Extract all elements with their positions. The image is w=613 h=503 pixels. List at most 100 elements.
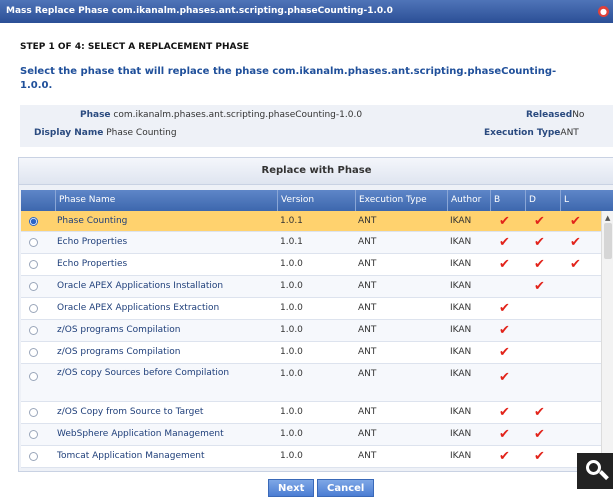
column-header-execution-type[interactable]: Execution Type xyxy=(355,190,447,211)
phase-table: Phase Name Version Execution Type Author… xyxy=(21,190,613,471)
check-icon: ✔ xyxy=(499,301,510,316)
check-icon: ✔ xyxy=(534,427,545,442)
version-cell: 1.0.0 xyxy=(280,325,303,335)
row-radio-button[interactable] xyxy=(29,348,38,357)
magnifier-handle xyxy=(599,470,609,481)
column-header-author[interactable]: Author xyxy=(447,190,490,211)
author-cell: IKAN xyxy=(450,429,472,439)
released-value: No xyxy=(572,110,585,120)
cancel-button[interactable]: Cancel xyxy=(317,479,375,497)
column-header-b[interactable]: B xyxy=(490,190,525,211)
author-cell: IKAN xyxy=(450,347,472,357)
check-icon: ✔ xyxy=(499,345,510,360)
phase-info-row: Phase com.ikanalm.phases.ant.scripting.p… xyxy=(80,110,362,120)
step-heading: STEP 1 OF 4: SELECT A REPLACEMENT PHASE xyxy=(20,42,250,52)
released-row: ReleasedNo xyxy=(526,110,584,120)
step-description: Select the phase that will replace the p… xyxy=(20,66,557,91)
check-icon: ✔ xyxy=(499,405,510,420)
author-cell: IKAN xyxy=(450,303,472,313)
execution-type-cell: ANT xyxy=(358,237,377,247)
display-name-value: Phase Counting xyxy=(106,128,177,138)
check-icon: ✔ xyxy=(534,405,545,420)
version-cell: 1.0.0 xyxy=(280,369,303,379)
row-radio-button[interactable] xyxy=(29,282,38,291)
scroll-up-icon[interactable]: ▲ xyxy=(605,214,610,222)
row-radio-button[interactable] xyxy=(29,372,38,381)
row-radio-button[interactable] xyxy=(29,217,38,226)
column-header-phase-name[interactable]: Phase Name xyxy=(55,190,277,211)
version-cell: 1.0.0 xyxy=(280,259,303,269)
check-icon: ✔ xyxy=(499,449,510,464)
phase-name-cell: Phase Counting xyxy=(57,216,128,226)
table-row[interactable]: Tomcat Application Management 1.0.0 ANT IKA… xyxy=(21,446,601,468)
row-radio-button[interactable] xyxy=(29,326,38,335)
check-icon: ✔ xyxy=(499,370,510,385)
column-header-d[interactable]: D xyxy=(525,190,560,211)
version-cell: 1.0.0 xyxy=(280,429,303,439)
table-scrollbar[interactable]: ▲ xyxy=(601,211,613,471)
execution-type-cell: ANT xyxy=(358,325,377,335)
phase-name-cell: Oracle APEX Applications Installation xyxy=(57,281,224,291)
column-header-l[interactable]: L xyxy=(560,190,601,211)
row-radio-button[interactable] xyxy=(29,260,38,269)
column-header-version[interactable]: Version xyxy=(277,190,355,211)
row-radio-button[interactable] xyxy=(29,408,38,417)
author-cell: IKAN xyxy=(450,237,472,247)
check-icon: ✔ xyxy=(499,214,510,229)
magnifier-icon[interactable] xyxy=(577,453,613,489)
check-icon: ✔ xyxy=(499,323,510,338)
execution-type-value: ANT xyxy=(560,128,579,138)
execution-type-cell: ANT xyxy=(358,303,377,313)
check-icon: ✔ xyxy=(534,449,545,464)
display-name-row: Display Name Phase Counting xyxy=(34,128,177,138)
phase-name-cell: z/OS copy Sources before Compilation xyxy=(57,368,230,378)
phase-info-panel: Phase com.ikanalm.phases.ant.scripting.p… xyxy=(20,105,613,147)
table-row[interactable]: Phase Counting 1.0.1 ANT IKAN ✔ ✔ ✔ xyxy=(21,211,601,232)
check-icon: ✔ xyxy=(499,427,510,442)
next-button[interactable]: Next xyxy=(268,479,315,497)
execution-type-label: Execution Type xyxy=(484,128,561,138)
execution-type-cell: ANT xyxy=(358,451,377,461)
version-cell: 1.0.0 xyxy=(280,281,303,291)
select-column-header xyxy=(21,190,55,211)
execution-type-cell: ANT xyxy=(358,407,377,417)
version-cell: 1.0.1 xyxy=(280,216,303,226)
check-icon: ✔ xyxy=(570,214,581,229)
dialog-title: Mass Replace Phase com.ikanalm.phases.an… xyxy=(6,6,393,16)
scrollbar-thumb[interactable] xyxy=(604,223,612,259)
phase-value: com.ikanalm.phases.ant.scripting.phaseCo… xyxy=(113,110,363,120)
version-cell: 1.0.0 xyxy=(280,347,303,357)
released-label: Released xyxy=(526,110,573,120)
execution-type-cell: ANT xyxy=(358,216,377,226)
phase-name-cell: Tomcat Application Management xyxy=(57,451,205,461)
row-radio-button[interactable] xyxy=(29,452,38,461)
display-name-label: Display Name xyxy=(34,128,104,138)
phase-name-cell: z/OS programs Compilation xyxy=(57,325,181,335)
table-header: Phase Name Version Execution Type Author… xyxy=(21,190,613,211)
check-icon: ✔ xyxy=(570,235,581,250)
close-icon[interactable]: ● xyxy=(598,6,609,17)
version-cell: 1.0.1 xyxy=(280,237,303,247)
table-row[interactable]: z/OS Copy from Source to Target 1.0.0 ANT I… xyxy=(21,402,601,424)
execution-type-cell: ANT xyxy=(358,259,377,269)
table-row[interactable]: Echo Properties 1.0.0 ANT IKAN ✔ ✔ ✔ xyxy=(21,254,601,276)
row-radio-button[interactable] xyxy=(29,430,38,439)
check-icon: ✔ xyxy=(570,257,581,272)
execution-type-cell: ANT xyxy=(358,347,377,357)
version-cell: 1.0.0 xyxy=(280,451,303,461)
table-row[interactable]: z/OS programs Compilation 1.0.0 ANT IKAN ✔ xyxy=(21,320,601,342)
check-icon: ✔ xyxy=(534,235,545,250)
author-cell: IKAN xyxy=(450,369,472,379)
author-cell: IKAN xyxy=(450,259,472,269)
table-row[interactable]: Oracle APEX Applications Extraction 1.0.0… xyxy=(21,298,601,320)
row-radio-button[interactable] xyxy=(29,304,38,313)
table-row[interactable]: z/OS copy Sources before Compilation 1.0.… xyxy=(21,364,601,402)
phase-name-cell: WebSphere Application Management xyxy=(57,429,224,439)
dialog-title-bar: Mass Replace Phase com.ikanalm.phases.an… xyxy=(0,0,613,23)
execution-type-cell: ANT xyxy=(358,281,377,291)
row-radio-button[interactable] xyxy=(29,238,38,247)
table-row[interactable]: z/OS programs Compilation 1.0.0 ANT IKAN ✔ xyxy=(21,342,601,364)
table-row[interactable]: WebSphere Application Management 1.0.0 ANT… xyxy=(21,424,601,446)
table-row[interactable]: Oracle APEX Applications Installation 1.0… xyxy=(21,276,601,298)
table-row[interactable]: Echo Properties 1.0.1 ANT IKAN ✔ ✔ ✔ xyxy=(21,232,601,254)
